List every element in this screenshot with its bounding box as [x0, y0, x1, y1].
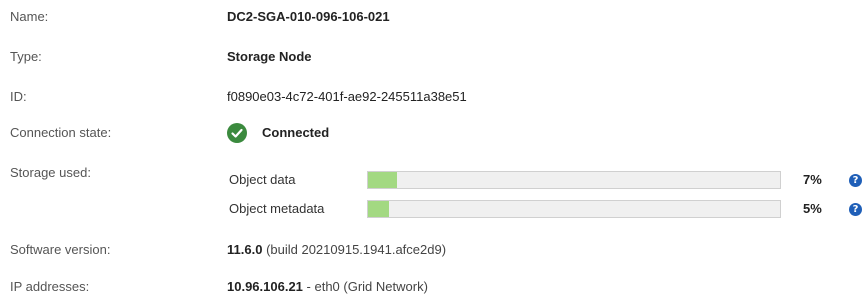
ip-label: IP addresses:: [10, 279, 90, 294]
software-label: Software version:: [10, 242, 111, 257]
storage-item-label: Object data: [229, 172, 296, 187]
object-data-progress-fill: [368, 172, 397, 188]
id-label: ID:: [10, 89, 27, 104]
storage-object-data: Object data 7% ?: [0, 170, 865, 190]
connection-value: Connected: [262, 125, 330, 140]
id-value: f0890e03-4c72-401f-ae92-245511a38e51: [227, 89, 467, 104]
ip-detail: - eth0 (Grid Network): [306, 279, 428, 294]
object-metadata-progress-bar: [367, 200, 781, 218]
id-row: ID: f0890e03-4c72-401f-ae92-245511a38e51: [0, 87, 865, 107]
ip-value: 10.96.106.21 - eth0 (Grid Network): [227, 277, 428, 297]
object-metadata-percent: 5%: [803, 201, 822, 216]
object-metadata-progress-fill: [368, 201, 389, 217]
connection-row: Connection state: Connected: [0, 121, 865, 145]
storage-item-label: Object metadata: [229, 201, 325, 216]
type-row: Type: Storage Node: [0, 47, 865, 67]
software-row: Software version: 11.6.0 (build 20210915…: [0, 240, 865, 260]
software-version: 11.6.0: [227, 242, 263, 257]
ip-address: 10.96.106.21: [227, 279, 303, 294]
object-data-progress-bar: [367, 171, 781, 189]
connection-label: Connection state:: [10, 125, 112, 140]
check-circle-icon: [227, 123, 247, 143]
help-icon[interactable]: ?: [849, 203, 862, 216]
type-label: Type:: [10, 49, 42, 64]
type-value: Storage Node: [227, 49, 312, 64]
software-build: (build 20210915.1941.afce2d9): [266, 242, 447, 257]
name-value: DC2-SGA-010-096-106-021: [227, 9, 390, 24]
software-value: 11.6.0 (build 20210915.1941.afce2d9): [227, 240, 446, 260]
ip-row: IP addresses: 10.96.106.21 - eth0 (Grid …: [0, 277, 865, 297]
storage-object-metadata: Object metadata 5% ?: [0, 199, 865, 219]
name-label: Name:: [10, 9, 49, 24]
object-data-percent: 7%: [803, 172, 822, 187]
name-row: Name: DC2-SGA-010-096-106-021: [0, 7, 865, 27]
help-icon[interactable]: ?: [849, 174, 862, 187]
